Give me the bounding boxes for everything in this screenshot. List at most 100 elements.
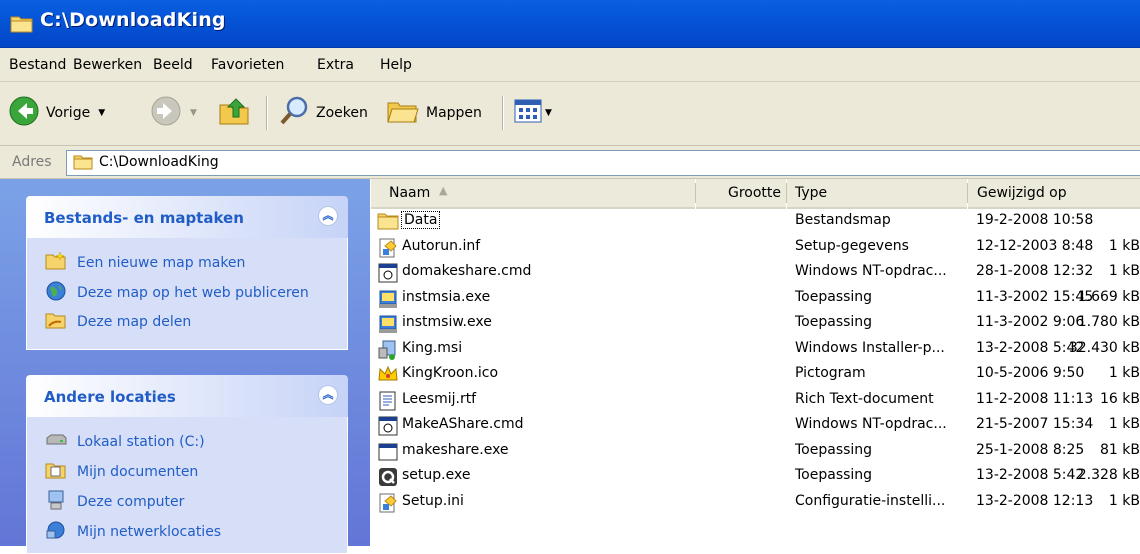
views-icon [514,97,542,129]
documents-folder-icon [45,460,67,484]
file-type: Configuratie-instelli... [795,492,946,509]
toolbar-separator [266,96,268,130]
cmd-icon [377,262,399,284]
panel-header[interactable]: Bestands- en maptaken ︽ [26,196,348,238]
views-dropdown-icon[interactable]: ▼ [545,108,552,118]
folder-up-icon [218,95,252,131]
menu-bestand[interactable]: Bestand [9,57,66,73]
search-button[interactable]: Zoeken [278,94,368,132]
file-row[interactable]: instmsiw.exe 1.780 kB Toepassing 11-3-2002 … [371,311,1140,336]
file-type: Setup-gegevens [795,237,909,254]
setup-info-icon [377,492,399,514]
file-modified: 10-5-2006 9:50 [976,365,1085,381]
file-type: Bestandsmap [795,212,891,228]
file-name: domakeshare.cmd [402,263,532,279]
file-name: MakeAShare.cmd [402,416,524,432]
task-label: Een nieuwe map maken [77,255,246,271]
file-row[interactable]: KingKroon.ico 1 kB Pictogram 10-5-2006 9:50 [371,362,1140,387]
place-local-disk[interactable]: Lokaal station (C:) [45,431,205,453]
file-type: Toepassing [795,314,873,330]
file-row[interactable]: Data Bestandsmap 19-2-2008 10:58 [371,209,1140,234]
file-type: Rich Text-document [795,390,934,407]
place-my-documents[interactable]: Mijn documenten [45,461,198,483]
column-header-label: Type [795,185,828,201]
exe-window-icon [377,441,399,463]
installer-exe-icon [377,288,399,310]
menu-help[interactable]: Help [380,57,412,73]
file-row[interactable]: instmsia.exe 1.669 kB Toepassing 11-3-2002 … [371,286,1140,311]
file-row[interactable]: Autorun.inf 1 kB Setup-gegevens 12-12-2003 … [371,235,1140,260]
collapse-icon[interactable]: ︽ [318,206,338,226]
setup-info-icon [377,237,399,259]
file-type: Windows NT-opdrac... [795,416,947,432]
file-modified: 25-1-2008 8:25 [976,441,1085,458]
file-modified: 11-3-2002 15:45 [976,288,1094,305]
forward-arrow-icon [150,95,182,131]
file-row[interactable]: MakeAShare.cmd 1 kB Windows NT-opdrac... 21… [371,413,1140,438]
window-title: C:\DownloadKing [40,9,226,31]
hard-drive-icon [45,433,67,451]
place-label: Mijn documenten [77,464,199,480]
menu-beeld[interactable]: Beeld [153,57,193,73]
back-dropdown-icon[interactable]: ▼ [98,108,105,118]
up-button[interactable] [218,94,252,132]
file-modified: 11-3-2002 9:06 [976,314,1085,330]
computer-icon [45,489,67,515]
folder-icon [73,154,93,174]
file-type: Toepassing [795,467,873,483]
task-label: Deze map delen [77,314,192,330]
msi-icon [377,339,399,361]
file-row[interactable]: Leesmij.rtf 16 kB Rich Text-document 11-2-2… [371,388,1140,413]
column-header-type[interactable]: Type [787,179,967,209]
menu-bewerken[interactable]: Bewerken [73,57,142,73]
file-type: Windows NT-opdrac... [795,263,947,279]
address-field[interactable]: C:\DownloadKing [66,150,1140,176]
place-my-computer[interactable]: Deze computer [45,489,184,515]
menu-favorieten[interactable]: Favorieten [211,57,284,73]
toolbar-separator [502,96,504,130]
task-new-folder[interactable]: Een nieuwe map maken [45,251,246,275]
file-row[interactable]: domakeshare.cmd 1 kB Windows NT-opdrac... 2… [371,260,1140,285]
setup-exe-icon [377,466,399,488]
file-type: Toepassing [795,441,873,458]
menu-bar: Bestand Bewerken Beeld Favorieten Extra … [0,48,1140,82]
file-type: Toepassing [795,288,873,305]
column-header-size[interactable]: Grootte [696,179,786,209]
file-modified: 11-2-2008 11:13 [976,390,1094,407]
folders-button[interactable]: Mappen [386,94,482,132]
column-header-label: Gewijzigd op [977,185,1067,201]
file-name: instmsia.exe [402,288,491,305]
panel-header[interactable]: Andere locaties ︽ [26,375,348,417]
task-publish-web[interactable]: Deze map op het web publiceren [45,281,309,304]
file-modified: 13-2-2008 5:42 [976,339,1085,356]
back-button[interactable]: Vorige ▼ [8,94,105,132]
forward-dropdown-icon[interactable]: ▼ [190,108,197,118]
folder-icon [10,14,34,38]
menu-extra[interactable]: Extra [317,57,354,73]
file-modified: 12-12-2003 8:48 [976,237,1094,254]
file-type: Pictogram [795,365,866,381]
search-icon [278,95,310,131]
column-header-modified[interactable]: Gewijzigd op [968,179,1140,209]
file-row[interactable]: Setup.ini 1 kB Configuratie-instelli... 13-… [371,490,1140,515]
file-row[interactable]: makeshare.exe 81 kB Toepassing 25-1-2008 8:… [371,439,1140,464]
file-row[interactable]: King.msi 32.430 kB Windows Installer-p... 1… [371,337,1140,362]
panel-body: Een nieuwe map maken Deze map op het web… [26,238,348,350]
toolbar: Vorige ▼ ▼ Zoeken Mappen ▼ [0,82,1140,146]
crown-icon [377,364,399,386]
column-header-label: Grootte [727,185,781,201]
file-folder-tasks-panel: Bestands- en maptaken ︽ Een nieuwe map m… [26,196,348,350]
collapse-icon[interactable]: ︽ [318,385,338,405]
folders-label: Mappen [426,105,482,121]
forward-button[interactable]: ▼ [150,94,197,132]
file-modified: 19-2-2008 10:58 [976,212,1094,228]
title-bar[interactable]: C:\DownloadKing [0,0,1140,48]
views-button[interactable]: ▼ [514,94,552,132]
file-name: Setup.ini [402,492,464,509]
new-folder-icon [45,251,67,275]
file-row[interactable]: setup.exe 2.328 kB Toepassing 13-2-2008 5:4… [371,464,1140,489]
column-header-name[interactable]: Naam ▲ [371,179,695,209]
place-network[interactable]: Mijn netwerklocaties [45,521,221,543]
other-places-panel: Andere locaties ︽ Lokaal station (C:) Mi… [26,375,348,554]
task-share-folder[interactable]: Deze map delen [45,311,191,333]
